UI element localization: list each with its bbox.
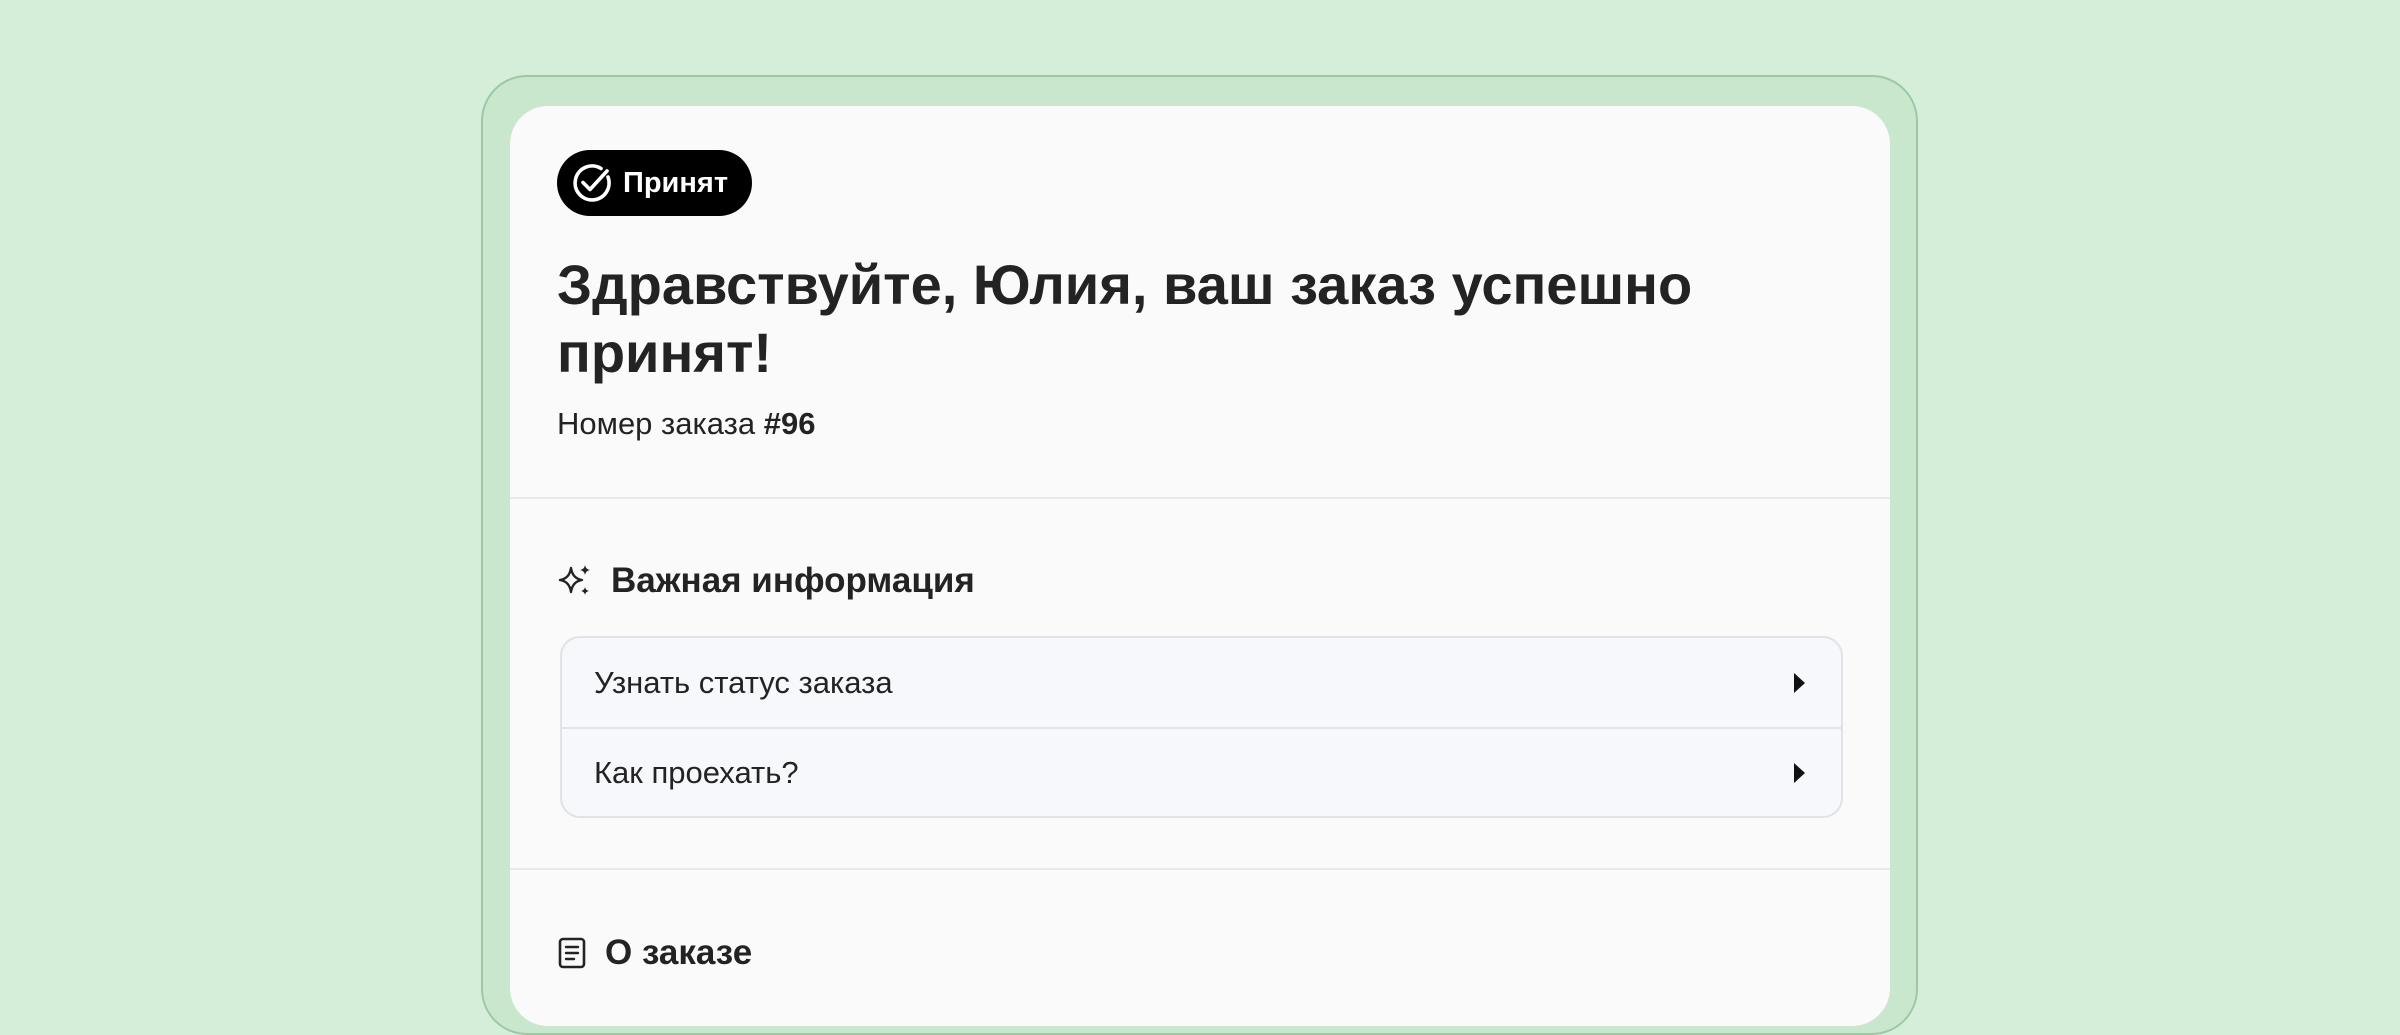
order-number-value: #96: [763, 406, 816, 441]
check-circle-icon: [573, 164, 611, 202]
sparkles-icon: [558, 565, 590, 595]
order-number-label: Номер заказа: [557, 406, 756, 441]
directions-link[interactable]: Как проехать?: [562, 727, 1841, 816]
page-title: Здравствуйте, Юлия, ваш заказ успешно пр…: [557, 253, 1693, 384]
about-order-heading: О заказе: [557, 933, 752, 973]
document-icon: [558, 937, 586, 969]
order-status-link[interactable]: Узнать статус заказа: [562, 638, 1841, 727]
about-order-title: О заказе: [605, 933, 753, 972]
important-info-list: Узнать статус заказа Как проехать?: [560, 636, 1843, 818]
caret-right-icon: [1794, 672, 1805, 693]
directions-label: Как проехать?: [594, 754, 799, 790]
caret-right-icon: [1794, 762, 1805, 783]
status-badge: Принят: [557, 150, 753, 216]
section-divider: [510, 497, 1890, 499]
order-confirmation-card: Принят Здравствуйте, Юлия, ваш заказ усп…: [510, 106, 1890, 1026]
important-info-heading: Важная информация: [557, 561, 975, 601]
order-number-line: Номер заказа #96: [557, 406, 815, 442]
important-info-title: Важная информация: [611, 561, 975, 600]
status-label: Принят: [623, 166, 729, 199]
order-status-label: Узнать статус заказа: [594, 664, 893, 700]
section-divider: [510, 868, 1890, 870]
